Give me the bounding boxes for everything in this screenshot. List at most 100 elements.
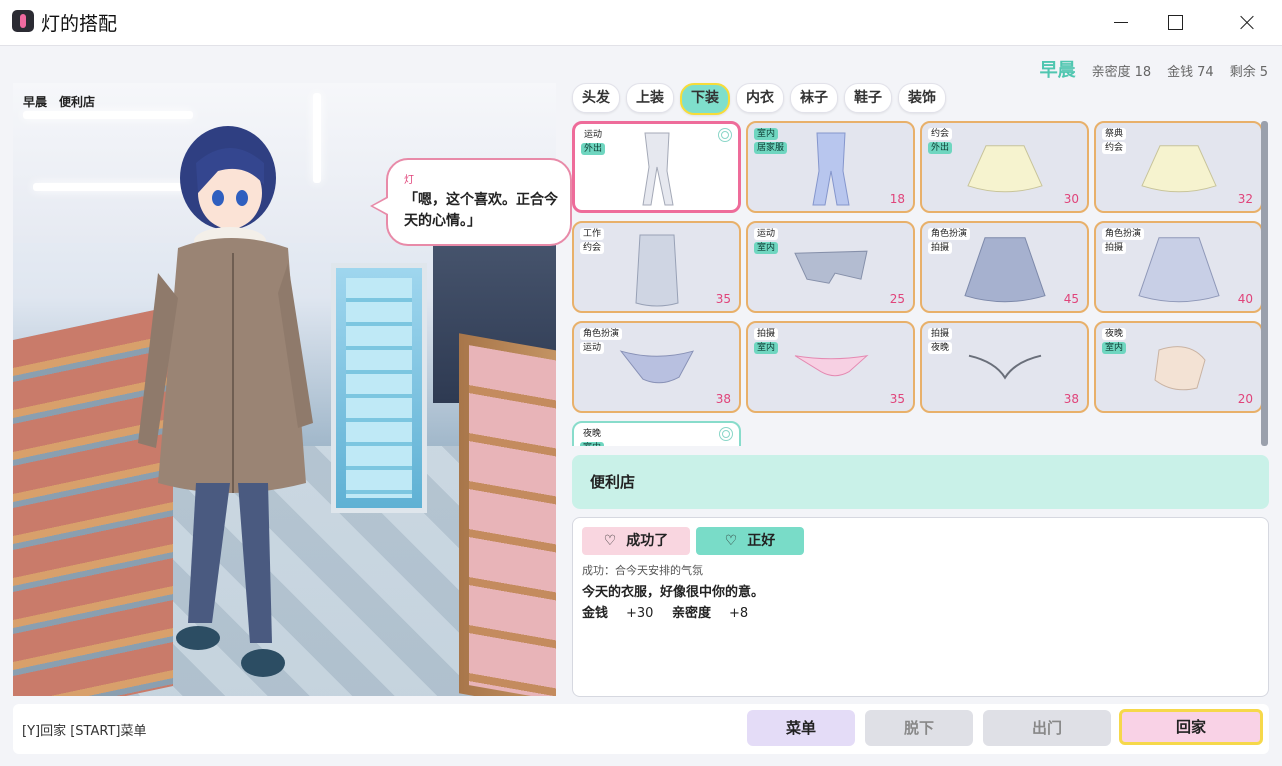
underwear-icon [1149,340,1209,400]
clothing-item-card[interactable]: 约会 外出 30 [920,121,1089,213]
heart-icon: ♡ [603,533,617,549]
clothing-item-card[interactable]: 夜晚室内 [572,421,741,446]
tab-category[interactable]: 鞋子 [844,83,892,113]
item-price: 38 [715,392,731,406]
skirt-icon [1140,142,1218,198]
briefs-icon [617,347,697,391]
maximize-button[interactable] [1141,0,1211,45]
item-tag: 夜晚 [1102,328,1127,340]
tab-category[interactable]: 上装 [626,83,674,113]
clothing-item-card[interactable]: 夜晚 室内 20 [1094,321,1261,413]
item-tag: 工作 [580,228,605,240]
result-panel: ♡ 成功了 ♡ 正好 成功：合今天安排的气氛 今天的衣服，好像很中你的意。 金钱 +3… [572,517,1269,697]
string-bottom-icon [965,352,1045,386]
item-price: 25 [889,292,905,306]
undress-button[interactable]: 脱下 [865,710,973,746]
clothing-item-card[interactable]: 角色扮演 运动 38 [572,321,741,413]
pleated-skirt-icon [963,234,1047,308]
menu-button[interactable]: 菜单 [747,710,855,746]
clothing-item-card[interactable]: 运动室内 25 [746,221,915,313]
item-tag: 居家服 [754,142,788,154]
scene-place: 便利店 [59,95,96,109]
item-tag: 室内 [754,342,779,354]
item-tag: 夜晚 [580,428,605,440]
item-tag: 运动 [581,129,606,141]
character-portrait [138,126,313,677]
magazine-shelf [459,333,556,696]
clothing-item-card[interactable]: 拍摄夜晚 38 [920,321,1089,413]
item-tag: 夜晚 [928,342,953,354]
result-reason: 成功：合今天安排的气氛 [582,564,703,577]
clothing-item-card[interactable]: 工作 约会 35 [572,221,741,313]
close-button[interactable] [1210,0,1280,45]
item-tag: 拍摄 [928,242,953,254]
item-tag: 室内 [754,242,779,254]
item-tag: 室内 [580,442,605,446]
tab-category[interactable]: 内衣 [736,83,784,113]
speech-bubble: 灯 「嗯，这个喜欢。正合今天的心情。」 [370,158,572,246]
item-price: 18 [889,192,905,206]
bikini-bottom-icon [791,352,871,386]
item-price: 35 [715,292,731,306]
affinity-stat: 亲密度 18 [1091,65,1152,80]
clothing-item-card[interactable]: 角色扮演拍摄 40 [1094,221,1261,313]
tab-category[interactable]: 装饰 [898,83,946,113]
item-price: 20 [1237,392,1253,406]
speaker-name: 灯 [404,175,414,186]
go-home-button[interactable]: 回家 [1119,709,1263,745]
item-price: 32 [1237,192,1253,206]
item-price: 38 [1063,392,1079,406]
pencil-skirt-icon [632,231,682,311]
scrollbar-thumb[interactable] [1261,121,1268,446]
owned-mark-icon [719,427,733,441]
title-bar: 灯的搭配 [0,0,1282,46]
pajama-pants-icon [809,131,853,211]
app-icon [12,10,34,32]
item-tag: 运动 [580,342,605,354]
item-price: 45 [1063,292,1079,306]
clothing-item-card[interactable]: 拍摄 室内 35 [746,321,915,413]
tab-category[interactable]: 头发 [572,83,620,113]
scene-time: 早晨 [23,95,48,109]
go-out-button[interactable]: 出门 [983,710,1111,746]
item-tag: 角色扮演 [1102,228,1145,240]
item-tag: 角色扮演 [928,228,971,240]
description-text: 便利店 [590,473,636,491]
money-reward: 金钱 +30 [582,606,654,621]
tab-category[interactable]: 下装 [680,83,730,115]
item-price: 30 [1063,192,1079,206]
clothing-item-card[interactable]: 运动 外出 [572,121,741,213]
scene-location-label: 早晨 便利店 [23,93,107,110]
item-tag: 拍摄 [1102,242,1127,254]
speech-bubble-tail [370,196,388,216]
item-tag: 拍摄 [928,328,953,340]
affinity-reward: 亲密度 +8 [671,606,749,621]
window-title: 灯的搭配 [41,13,118,35]
item-grid-scrollbar[interactable] [1261,121,1268,446]
drink-fridge [331,263,427,513]
result-rewards: 金钱 +30 亲密度 +8 [582,602,762,621]
clothing-item-card[interactable]: 祭典 约会 32 [1094,121,1261,213]
owned-mark-icon [718,128,732,142]
status-bar: 早晨 亲密度 18 金钱 74 剩余 5 [1040,56,1268,82]
leggings-icon [637,131,677,211]
perfect-badge: ♡ 正好 [696,527,804,555]
item-grid: 运动 外出 室内 居家服 18 约会 外出 30 祭典 约会 32 工作 约会 35 运动 室内 25 角色扮演拍… [572,121,1261,446]
clothing-item-card[interactable]: 室内 居家服 18 [746,121,915,213]
remaining-stat: 剩余 5 [1229,65,1268,80]
clothing-item-card[interactable]: 角色扮演拍摄 45 [920,221,1089,313]
item-tag: 运动 [754,228,779,240]
tab-category[interactable]: 袜子 [790,83,838,113]
item-tag: 拍摄 [754,328,779,340]
success-badge: ♡ 成功了 [582,527,690,555]
footer-bar: [Y]回家 [START]菜单 菜单 脱下 出门 回家 [13,704,1269,754]
item-tag: 祭典 [1102,128,1127,140]
time-of-day: 早晨 [1039,60,1076,81]
description-panel: 便利店 [572,455,1269,509]
shorts-icon [791,247,871,291]
speech-text: 「嗯，这个喜欢。正合今天的心情。」 [404,192,558,229]
item-tag: 外出 [928,142,953,154]
item-price: 40 [1237,292,1253,306]
category-tabs: 头发 上装 下装 内衣 袜子 鞋子 装饰 [572,83,946,115]
skirt-icon [966,142,1044,198]
